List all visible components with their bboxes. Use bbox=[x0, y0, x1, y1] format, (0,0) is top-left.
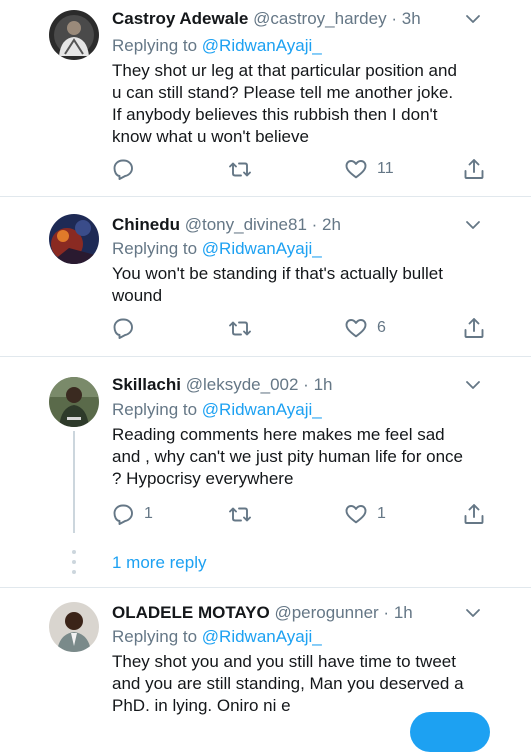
separator-dot: · bbox=[311, 215, 318, 234]
like-button[interactable]: 11 bbox=[344, 157, 394, 181]
timestamp[interactable]: 1h bbox=[314, 375, 333, 394]
reply-tweet[interactable]: OLADELE MOTAYO @perogunner · 1h Replying… bbox=[0, 588, 531, 720]
reply-button[interactable]: 1 bbox=[111, 502, 153, 526]
replying-to: Replying to @RidwanAyaji_ bbox=[112, 399, 322, 421]
heart-icon bbox=[345, 160, 367, 179]
retweet-button[interactable] bbox=[228, 157, 261, 181]
reply-tweet[interactable]: Chinedu @tony_divine81 · 2h Replying to … bbox=[0, 197, 531, 355]
tweet-text: You won't be standing if that's actually… bbox=[112, 263, 492, 307]
tweet-header: Chinedu @tony_divine81 · 2h bbox=[112, 214, 341, 236]
share-button[interactable] bbox=[462, 316, 486, 340]
separator-dot: · bbox=[383, 603, 390, 622]
tweet-text-line: Reading comments here makes me feel sad bbox=[112, 425, 445, 444]
separator-dot: · bbox=[303, 375, 309, 394]
mention-link[interactable]: @RidwanAyaji_ bbox=[202, 627, 322, 646]
reply-tweet[interactable]: Skillachi @leksyde_002 · 1h Replying to … bbox=[0, 357, 531, 537]
heart-icon bbox=[345, 505, 367, 524]
tweet-header: OLADELE MOTAYO @perogunner · 1h bbox=[112, 602, 413, 624]
share-icon bbox=[464, 318, 484, 338]
retweet-button[interactable] bbox=[228, 502, 261, 526]
display-name[interactable]: OLADELE MOTAYO bbox=[112, 603, 270, 622]
display-name[interactable]: Castroy Adewale bbox=[112, 9, 248, 28]
user-handle[interactable]: @perogunner bbox=[274, 603, 378, 622]
mention-link[interactable]: @RidwanAyaji_ bbox=[202, 239, 322, 258]
mention-link[interactable]: @RidwanAyaji_ bbox=[202, 36, 322, 55]
like-count: 11 bbox=[377, 160, 394, 177]
user-handle[interactable]: @tony_divine81 bbox=[185, 215, 307, 234]
avatar[interactable] bbox=[49, 377, 99, 427]
tweet-header: Skillachi @leksyde_002 · 1h bbox=[112, 374, 333, 396]
reply-count: 1 bbox=[144, 505, 153, 522]
replying-to-label: Replying to bbox=[112, 36, 202, 55]
reply-button[interactable] bbox=[111, 316, 144, 340]
mention-link[interactable]: @RidwanAyaji_ bbox=[202, 400, 322, 419]
tweet-text-line: wound bbox=[112, 286, 163, 305]
timestamp[interactable]: 1h bbox=[394, 603, 413, 622]
chevron-down-icon[interactable] bbox=[464, 216, 482, 234]
like-button[interactable]: 1 bbox=[344, 502, 386, 526]
reply-icon bbox=[113, 504, 133, 525]
avatar[interactable] bbox=[49, 214, 99, 264]
replying-to-label: Replying to bbox=[112, 239, 202, 258]
share-button[interactable] bbox=[462, 157, 486, 181]
like-count: 1 bbox=[377, 505, 386, 522]
display-name[interactable]: Chinedu bbox=[112, 215, 180, 234]
thread-ellipsis-dot bbox=[72, 560, 76, 564]
thread-ellipsis-dot bbox=[72, 570, 76, 574]
heart-icon bbox=[345, 319, 367, 338]
user-handle[interactable]: @castroy_hardey bbox=[253, 9, 387, 28]
share-button[interactable] bbox=[462, 502, 486, 526]
tweet-header: Castroy Adewale @castroy_hardey · 3h bbox=[112, 8, 421, 30]
chevron-down-icon[interactable] bbox=[464, 604, 482, 622]
tweet-text-line: If anybody believes this rubbish then I … bbox=[112, 105, 438, 124]
chevron-down-icon[interactable] bbox=[464, 376, 482, 394]
separator-dot: · bbox=[391, 9, 398, 28]
retweet-icon bbox=[229, 321, 251, 336]
avatar[interactable] bbox=[49, 602, 99, 652]
chevron-down-icon[interactable] bbox=[464, 10, 482, 28]
avatar[interactable] bbox=[49, 10, 99, 60]
timestamp[interactable]: 2h bbox=[322, 215, 341, 234]
tweet-text: Reading comments here makes me feel sad … bbox=[112, 424, 492, 490]
tweet-text-line: and , why can't we just pity human life … bbox=[112, 447, 463, 466]
compose-button[interactable] bbox=[410, 712, 490, 752]
tweet-text: They shot ur leg at that particular posi… bbox=[112, 60, 492, 148]
reply-button[interactable] bbox=[111, 157, 144, 181]
replying-to: Replying to @RidwanAyaji_ bbox=[112, 238, 322, 260]
tweet-text: They shot you and you still have time to… bbox=[112, 651, 492, 717]
retweet-icon bbox=[229, 162, 251, 177]
thread-connector bbox=[73, 431, 75, 533]
tweet-text-line: u can still stand? Please tell me anothe… bbox=[112, 83, 454, 102]
tweet-text-line: You won't be standing if that's actually… bbox=[112, 264, 443, 283]
reply-tweet[interactable]: Castroy Adewale @castroy_hardey · 3h Rep… bbox=[0, 0, 531, 196]
replying-to-label: Replying to bbox=[112, 627, 202, 646]
retweet-icon bbox=[229, 507, 251, 522]
retweet-button[interactable] bbox=[228, 316, 261, 340]
like-button[interactable]: 6 bbox=[344, 316, 386, 340]
tweet-text-line: ? Hypocrisy everywhere bbox=[112, 469, 294, 488]
reply-icon bbox=[113, 318, 133, 339]
tweet-text-line: They shot ur leg at that particular posi… bbox=[112, 61, 457, 80]
like-count: 6 bbox=[377, 319, 386, 336]
thread-ellipsis-dot bbox=[72, 550, 76, 554]
tweet-text-line: They shot you and you still have time to… bbox=[112, 652, 456, 671]
replying-to: Replying to @RidwanAyaji_ bbox=[112, 626, 322, 648]
share-icon bbox=[464, 159, 484, 179]
show-more-replies-link[interactable]: 1 more reply bbox=[112, 552, 206, 574]
share-icon bbox=[464, 504, 484, 524]
replying-to-label: Replying to bbox=[112, 400, 202, 419]
display-name[interactable]: Skillachi bbox=[112, 375, 181, 394]
tweet-text-line: know what u won't believe bbox=[112, 127, 309, 146]
timestamp[interactable]: 3h bbox=[402, 9, 421, 28]
replying-to: Replying to @RidwanAyaji_ bbox=[112, 35, 322, 57]
tweet-text-line: and you are still standing, Man you dese… bbox=[112, 674, 464, 693]
reply-icon bbox=[113, 159, 133, 180]
user-handle[interactable]: @leksyde_002 bbox=[186, 375, 299, 394]
